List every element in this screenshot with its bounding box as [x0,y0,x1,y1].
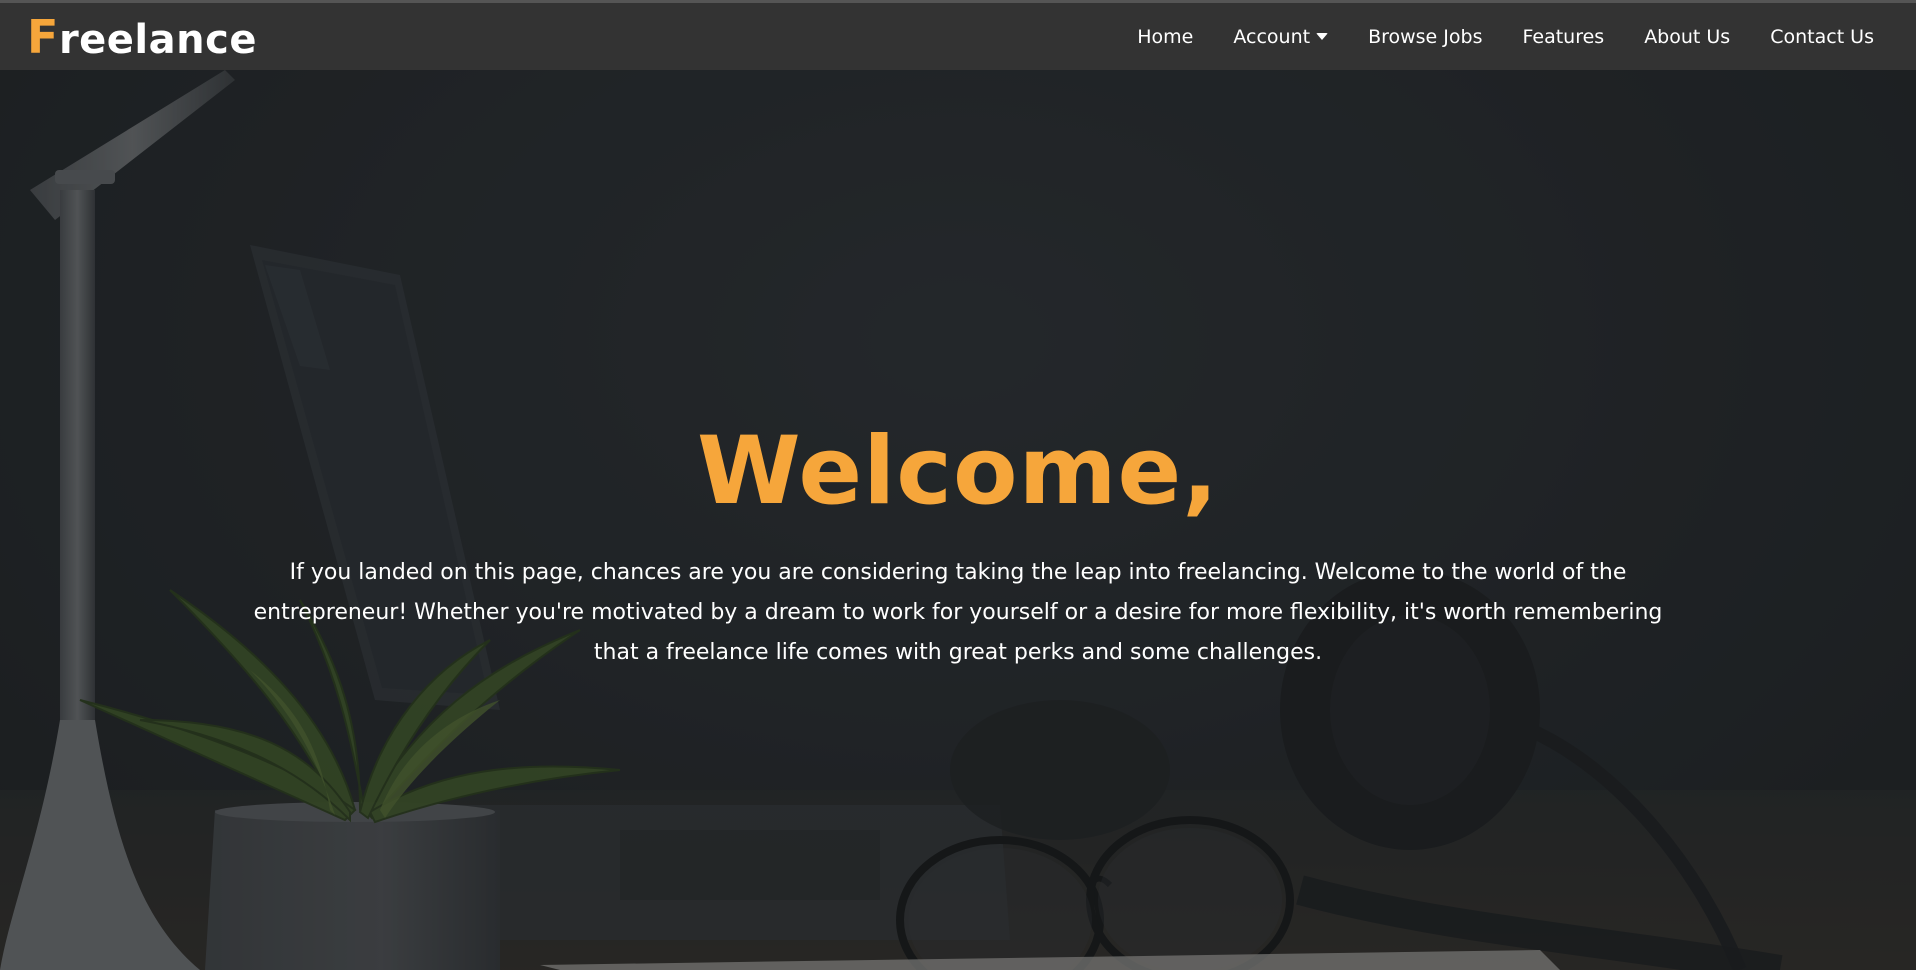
brand-logo-text: reelance [58,16,257,63]
nav-features-link[interactable]: Features [1522,26,1604,48]
nav-contact-us-link[interactable]: Contact Us [1770,26,1874,48]
hero-description: If you landed on this page, chances are … [253,560,1663,665]
main-nav: Home Account Browse Jobs Features About … [1097,26,1874,48]
nav-browse-jobs-link[interactable]: Browse Jobs [1368,26,1482,48]
nav-home-link[interactable]: Home [1137,26,1193,48]
brand-logo-initial: F [27,9,59,64]
nav-account-dropdown[interactable]: Account [1233,25,1329,48]
page: Freelance Home Account Browse Jobs Featu… [0,0,1916,970]
hero-content: Welcome, If you landed on this page, cha… [0,70,1916,970]
nav-about-us-link[interactable]: About Us [1644,26,1730,48]
nav-account-label: Account [1233,25,1311,48]
hero-section: Welcome, If you landed on this page, cha… [0,70,1916,970]
navbar: Freelance Home Account Browse Jobs Featu… [0,0,1916,70]
brand-logo[interactable]: Freelance [27,10,257,64]
hero-title: Welcome, [696,417,1220,526]
caret-down-icon [1316,33,1329,40]
